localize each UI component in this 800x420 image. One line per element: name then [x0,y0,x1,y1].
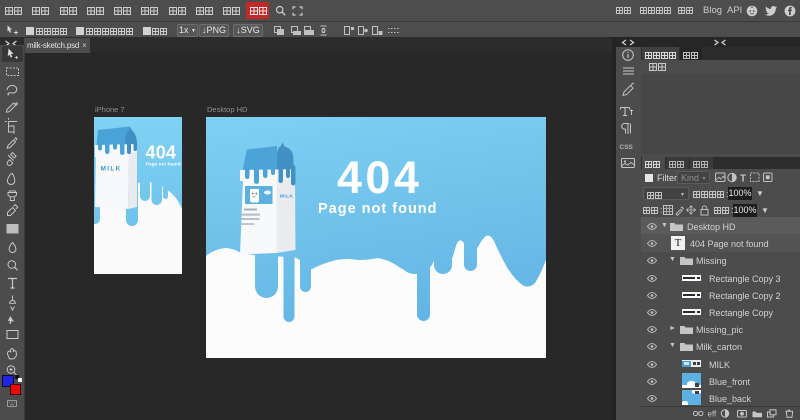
svg-text:MILK: MILK [280,194,293,199]
svg-text:404: 404 [337,152,422,203]
svg-text:Page not found: Page not found [146,162,181,167]
svg-text:T: T [740,174,746,184]
svg-text:eff: eff [708,410,718,419]
svg-text:Page not found: Page not found [318,201,438,217]
svg-text:MILK: MILK [101,166,122,173]
svg-text:404: 404 [146,143,177,163]
svg-text:CSS: CSS [620,144,634,151]
